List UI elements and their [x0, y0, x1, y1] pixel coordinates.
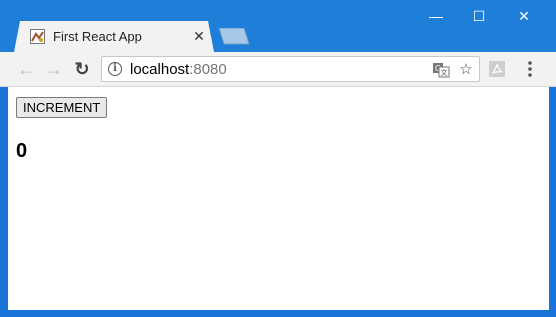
new-tab-button[interactable]: [216, 28, 250, 45]
react-app-favicon-icon: [30, 29, 45, 44]
pdf-extension-icon[interactable]: [488, 60, 506, 78]
back-arrow-icon[interactable]: ←: [16, 59, 36, 79]
star-icon[interactable]: ☆: [457, 61, 475, 79]
title-bar: First React App ✕ — ☐ ✕: [0, 0, 556, 52]
forward-arrow-icon[interactable]: →: [44, 59, 64, 79]
info-icon[interactable]: i: [108, 62, 122, 76]
tab-title: First React App: [53, 29, 142, 44]
tab-first-react-app[interactable]: First React App ✕: [14, 21, 214, 52]
kebab-menu-icon[interactable]: [520, 59, 540, 79]
page-content: INCREMENT 0: [8, 87, 549, 310]
translate-icon[interactable]: G 文: [432, 61, 450, 79]
maximize-icon[interactable]: ☐: [467, 6, 491, 26]
window-close-icon[interactable]: ✕: [512, 6, 536, 26]
browser-toolbar: ← → ↻ i localhost:8080 G 文 ☆: [0, 52, 556, 87]
counter-value: 0: [16, 140, 28, 162]
address-bar[interactable]: i localhost:8080 G 文 ☆: [101, 56, 480, 82]
tab-close-icon[interactable]: ✕: [191, 27, 207, 45]
svg-text:文: 文: [441, 68, 448, 77]
minimize-icon[interactable]: —: [424, 6, 448, 26]
increment-button[interactable]: INCREMENT: [16, 97, 108, 118]
reload-icon[interactable]: ↻: [72, 59, 92, 79]
url-host: localhost: [130, 61, 190, 78]
url-port: :8080: [189, 61, 227, 78]
url-text[interactable]: localhost:8080: [130, 61, 227, 78]
browser-window: First React App ✕ — ☐ ✕ ← → ↻ i localhos…: [0, 0, 556, 317]
